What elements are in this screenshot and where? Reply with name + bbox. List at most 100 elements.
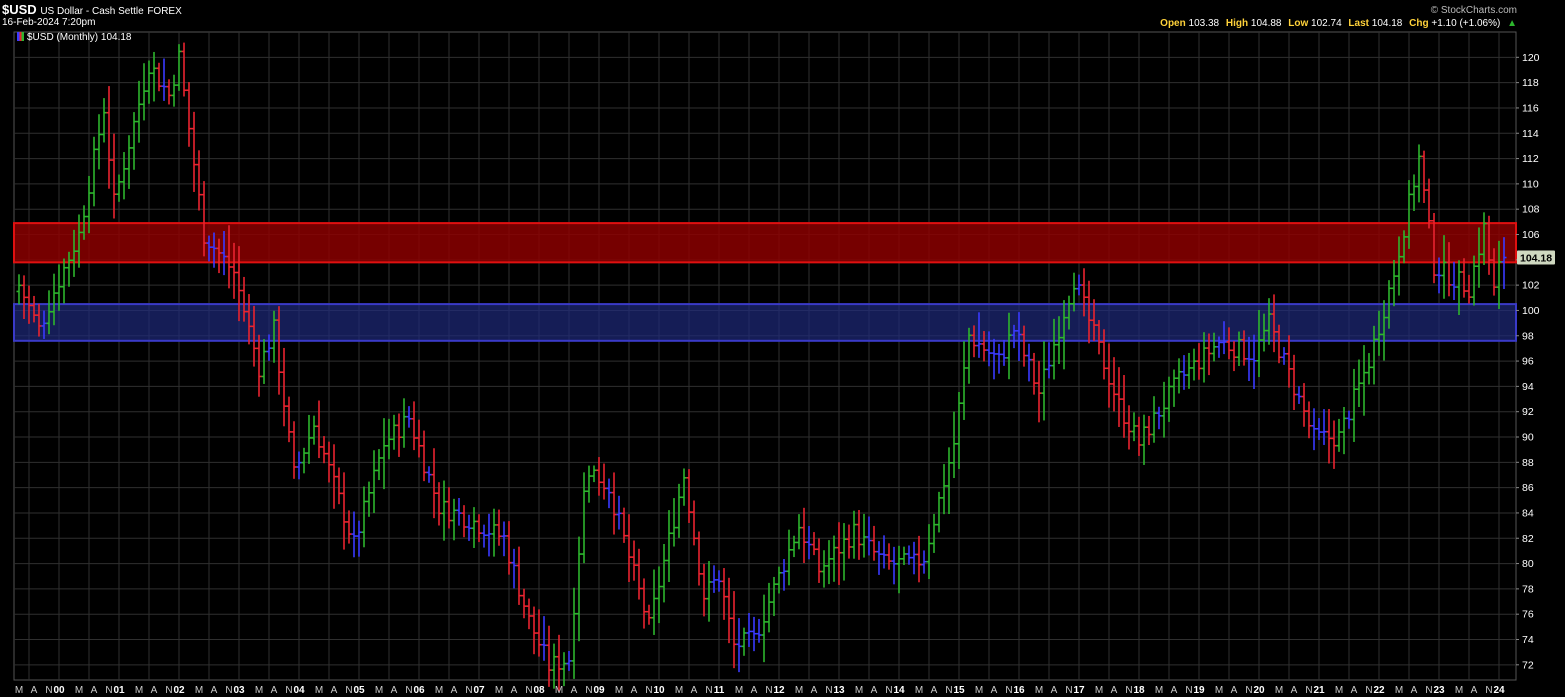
y-tick-label: 86: [1522, 482, 1534, 494]
ohlc-bar: [961, 341, 967, 420]
price-chart[interactable]: 72 74 76 78 80 82 84 86 88 90 92 94 96 98 100 10 21 04 106…: [0, 0, 1565, 697]
y-tick-label: 120: [1522, 52, 1540, 64]
ohlc-bar: [436, 482, 442, 526]
ohlc-bar: [1326, 408, 1332, 464]
ohlc-bar: [1036, 360, 1042, 423]
x-month-label: M: [195, 685, 203, 696]
ohlc-bar: [1351, 368, 1357, 442]
ohlc-bar: [1311, 408, 1317, 451]
ohlc-bar: [731, 591, 737, 669]
ohlc-bar: [556, 634, 562, 692]
x-year-label: 09: [593, 685, 605, 696]
ohlc-bar: [301, 447, 307, 474]
y-tick-label: 98: [1522, 330, 1534, 342]
x-month-label: N: [1485, 685, 1492, 696]
ohlc-bar: [416, 419, 422, 458]
x-year-label: 13: [833, 685, 845, 696]
ohlc-bar: [836, 522, 842, 585]
quote-line: Open 103.38 High 104.88 Low 102.74 Last …: [1160, 18, 1517, 29]
ohlc-bar: [516, 546, 522, 605]
x-year-label: 18: [1133, 685, 1145, 696]
ohlc-bar: [106, 86, 112, 189]
x-month-label: M: [435, 685, 443, 696]
x-month-label: A: [631, 685, 638, 696]
x-year-label: 06: [413, 685, 425, 696]
y-tick-label: 114: [1522, 128, 1539, 140]
ohlc-bar: [1141, 414, 1147, 465]
ohlc-bar: [1306, 401, 1312, 439]
ohlc-bar: [296, 451, 302, 480]
ohlc-bar: [366, 481, 372, 517]
x-month-label: M: [315, 685, 323, 696]
ohlc-bar: [1176, 358, 1182, 394]
ohlc-bar: [721, 568, 727, 620]
quote-open-value: 103.38: [1188, 18, 1220, 29]
ohlc-bar: [141, 63, 147, 121]
ohlc-bar: [161, 58, 167, 101]
ohlc-bar: [16, 274, 22, 305]
ohlc-bars: [16, 42, 1507, 692]
ohlc-bar: [956, 392, 962, 469]
x-month-label: M: [135, 685, 143, 696]
x-month-label: N: [1005, 685, 1012, 696]
ohlc-bar: [331, 444, 337, 509]
ohlc-bar: [641, 578, 647, 629]
symbol-name: US Dollar - Cash Settle: [40, 6, 144, 17]
ohlc-bar: [1301, 383, 1307, 427]
ohlc-bar: [1356, 359, 1362, 407]
quote-high-value: 104.88: [1250, 18, 1282, 29]
ohlc-bar: [291, 421, 297, 479]
x-month-label: N: [285, 685, 292, 696]
quote-low-label: Low: [1288, 18, 1309, 29]
x-year-label: 16: [1013, 685, 1025, 696]
x-year-label: 20: [1253, 685, 1265, 696]
ohlc-bar: [1031, 352, 1037, 395]
quote-open-label: Open: [1160, 18, 1186, 29]
ohlc-bar: [706, 561, 712, 622]
x-month-label: M: [15, 685, 23, 696]
x-month-label: A: [271, 685, 278, 696]
chart-legend: $USD (Monthly) 104.18: [17, 32, 132, 43]
x-month-label: N: [345, 685, 352, 696]
ohlc-bar: [1251, 334, 1257, 389]
ohlc-bar: [181, 42, 187, 97]
x-year-label: 15: [953, 685, 965, 696]
x-year-label: 19: [1193, 685, 1205, 696]
ohlc-bar: [1416, 144, 1422, 203]
ohlc-bar: [931, 513, 937, 553]
ohlc-bar: [926, 524, 932, 580]
ohlc-bar: [791, 535, 797, 558]
ohlc-bar: [651, 569, 657, 635]
x-year-label: 00: [53, 685, 65, 696]
ohlc-bar: [491, 508, 497, 557]
ohlc-bar: [726, 577, 732, 644]
y-tick-label: 94: [1522, 381, 1534, 393]
y-tick-label: 108: [1522, 204, 1540, 216]
ohlc-bar: [1136, 416, 1142, 456]
x-year-label: 10: [653, 685, 665, 696]
ohlc-bar: [506, 521, 512, 575]
ohlc-bar: [351, 511, 357, 558]
x-month-label: N: [1065, 685, 1072, 696]
x-month-label: N: [1365, 685, 1372, 696]
ohlc-bar: [406, 406, 412, 428]
ohlc-bar: [936, 491, 942, 533]
ohlc-bar: [1346, 410, 1352, 429]
x-month-label: M: [1095, 685, 1103, 696]
y-tick-label: 96: [1522, 356, 1534, 368]
ohlc-bar: [186, 82, 192, 147]
x-year-label: 17: [1073, 685, 1085, 696]
ohlc-bar: [536, 609, 542, 657]
x-month-label: M: [555, 685, 563, 696]
y-tick-label: 74: [1522, 634, 1534, 646]
x-month-label: N: [705, 685, 712, 696]
ohlc-bar: [636, 548, 642, 600]
ohlc-bar: [401, 398, 407, 448]
symbol-title: $USD US Dollar - Cash Settle FOREX: [2, 2, 182, 17]
x-month-label: M: [1215, 685, 1223, 696]
ohlc-bar: [876, 541, 882, 575]
ohlc-bar: [551, 643, 557, 689]
ohlc-bar: [131, 112, 137, 170]
x-month-label: A: [391, 685, 398, 696]
ohlc-bar: [441, 480, 447, 541]
